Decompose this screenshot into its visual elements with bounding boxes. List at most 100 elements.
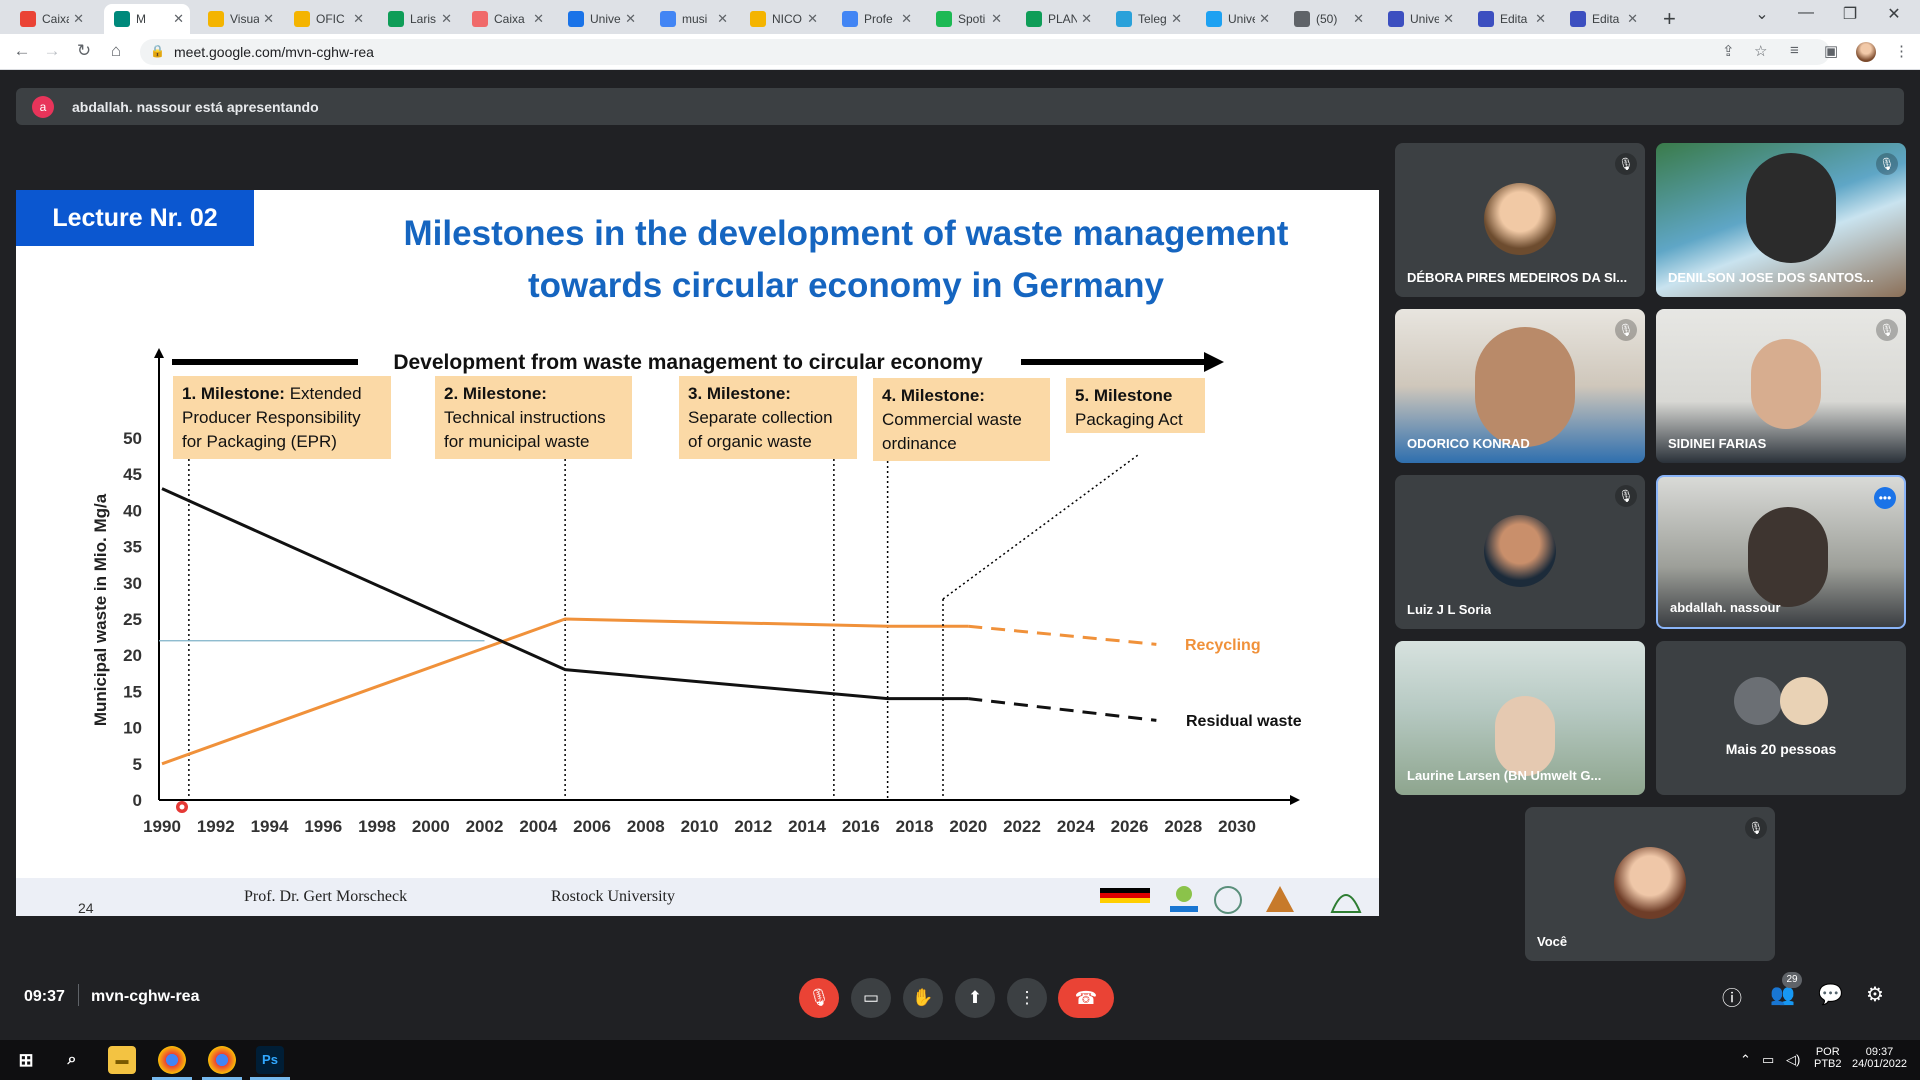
people-count-badge: 29 (1782, 972, 1802, 988)
chat-icon[interactable]: 💬 (1818, 982, 1843, 1007)
reading-list-icon[interactable]: ≡ (1790, 42, 1799, 59)
browser-tab[interactable]: Caixa ✕ (10, 4, 90, 34)
milestone-text-line: of organic waste (688, 432, 812, 451)
browser-tab[interactable]: Teleg ✕ (1106, 4, 1188, 34)
close-tab-icon[interactable]: ✕ (1081, 11, 1092, 27)
participant-tile[interactable]: 🎙 DÉBORA PIRES MEDEIROS DA SI... (1395, 143, 1645, 297)
tab-title: Unive (1410, 12, 1440, 26)
milestone-heading-rest: Extended (284, 384, 362, 403)
close-tab-icon[interactable]: ✕ (1535, 11, 1546, 27)
browser-tab[interactable]: Unive ✕ (1196, 4, 1276, 34)
x-tick-label: 2010 (681, 817, 719, 836)
browser-tab[interactable]: Spoti ✕ (926, 4, 1008, 34)
milestone-heading: 5. Milestone (1075, 386, 1173, 405)
close-tab-icon[interactable]: ✕ (1443, 11, 1454, 27)
tray-chevron-icon[interactable]: ⌃ (1740, 1052, 1751, 1068)
chrome-profile-icon[interactable] (208, 1046, 236, 1074)
browser-tab[interactable]: Edita ✕ (1468, 4, 1552, 34)
menu-kebab-icon[interactable]: ⋮ (1894, 42, 1909, 60)
close-tab-icon[interactable]: ✕ (533, 11, 544, 27)
chrome-icon[interactable] (158, 1046, 186, 1074)
browser-tab[interactable]: musi ✕ (650, 4, 734, 34)
x-tick-label: 1990 (143, 817, 181, 836)
meeting-details-icon[interactable]: ⓘ (1722, 982, 1742, 1011)
close-tab-icon[interactable]: ✕ (441, 11, 452, 27)
back-icon[interactable]: ← (10, 41, 34, 61)
language-indicator[interactable]: POR PTB2 (1814, 1046, 1842, 1070)
close-tab-icon[interactable]: ✕ (625, 11, 636, 27)
browser-tab[interactable]: Unive✕ (1378, 4, 1460, 34)
browser-tab[interactable]: Caixa ✕ (462, 4, 550, 34)
close-tab-icon[interactable]: ✕ (353, 11, 364, 27)
milestone-text-line: Packaging Act (1075, 410, 1183, 429)
close-tab-icon[interactable]: ✕ (173, 11, 184, 27)
search-icon[interactable]: ⌕ (58, 1046, 86, 1074)
close-window-button[interactable]: ✕ (1872, 4, 1916, 24)
tab-title: Unive (1228, 12, 1255, 26)
browser-tab[interactable]: Visua ✕ (198, 4, 280, 34)
browser-tab[interactable]: PLAN ✕ (1016, 4, 1098, 34)
participant-tile[interactable]: Laurine Larsen (BN Umwelt G... (1395, 641, 1645, 795)
volume-icon[interactable]: ◁) (1786, 1052, 1800, 1068)
present-screen-button[interactable]: ⬆ (955, 978, 995, 1018)
profile-avatar[interactable] (1856, 42, 1876, 62)
photoshop-icon[interactable]: Ps (256, 1046, 284, 1074)
share-icon[interactable]: ⇪ (1722, 42, 1735, 60)
minimize-button[interactable]: — (1784, 4, 1828, 22)
windows-start-icon[interactable]: ⊞ (12, 1046, 40, 1074)
close-tab-icon[interactable]: ✕ (73, 11, 84, 27)
close-tab-icon[interactable]: ✕ (807, 11, 818, 27)
new-tab-button[interactable]: + (1663, 6, 1676, 32)
address-bar[interactable]: 🔒 meet.google.com/mvn-cghw-rea (140, 39, 1830, 65)
participant-tile[interactable]: 🎙 DENILSON JOSE DOS SANTOS... (1656, 143, 1906, 297)
close-tab-icon[interactable]: ✕ (901, 11, 912, 27)
self-tile[interactable]: 🎙 Você (1525, 807, 1775, 961)
leave-call-button[interactable]: ☎ (1058, 978, 1114, 1018)
network-icon[interactable]: ▭ (1762, 1052, 1774, 1068)
participant-tile[interactable]: 🎙 ODORICO KONRAD (1395, 309, 1645, 463)
close-tab-icon[interactable]: ✕ (1353, 11, 1364, 27)
close-tab-icon[interactable]: ✕ (717, 11, 728, 27)
milestone-heading: 2. Milestone: (444, 384, 547, 403)
browser-tab[interactable]: Laris ✕ (378, 4, 458, 34)
close-tab-icon[interactable]: ✕ (991, 11, 1002, 27)
restore-button[interactable]: ❐ (1828, 4, 1872, 24)
lock-icon[interactable]: 🔒 (150, 44, 165, 58)
browser-tab[interactable]: (50) ✕ (1284, 4, 1370, 34)
participant-tile[interactable]: 🎙 SIDINEI FARIAS (1656, 309, 1906, 463)
tab-search-icon[interactable]: ⌄ (1740, 4, 1784, 24)
browser-tab[interactable]: M ✕ (104, 4, 190, 34)
clock[interactable]: 09:37 24/01/2022 (1852, 1046, 1907, 1070)
bookmark-star-icon[interactable]: ☆ (1754, 42, 1767, 60)
tab-title: musi (682, 12, 708, 26)
close-tab-icon[interactable]: ✕ (1627, 11, 1638, 27)
browser-tab[interactable]: NICO ✕ (740, 4, 824, 34)
reload-icon[interactable]: ↻ (72, 41, 96, 61)
camera-button[interactable]: ▭ (851, 978, 891, 1018)
close-tab-icon[interactable]: ✕ (263, 11, 274, 27)
more-people-tile[interactable]: Mais 20 pessoas (1656, 641, 1906, 795)
mic-off-button[interactable]: 🎙 (799, 978, 839, 1018)
more-options-icon[interactable]: ••• (1874, 487, 1896, 509)
file-explorer-icon[interactable]: ▬ (108, 1046, 136, 1074)
browser-tab[interactable]: Edita ✕ (1560, 4, 1644, 34)
participant-tile[interactable]: 🎙 Luiz J L Soria (1395, 475, 1645, 629)
browser-tab[interactable]: OFIC ✕ (284, 4, 370, 34)
participant-tile-active[interactable]: ••• abdallah. nassour (1656, 475, 1906, 629)
raise-hand-button[interactable]: ✋ (903, 978, 943, 1018)
side-panel-icon[interactable]: ▣ (1824, 42, 1838, 60)
close-tab-icon[interactable]: ✕ (1259, 11, 1270, 27)
browser-tab[interactable]: Profe ✕ (832, 4, 918, 34)
close-tab-icon[interactable]: ✕ (1171, 11, 1182, 27)
home-icon[interactable]: ⌂ (104, 41, 128, 61)
mic-off-icon: 🎙 (1615, 153, 1637, 175)
browser-tab[interactable]: Unive✕ (558, 4, 642, 34)
forward-icon[interactable]: → (40, 41, 64, 61)
tab-title: Caixa (42, 12, 69, 26)
more-options-button[interactable]: ⋮ (1007, 978, 1047, 1018)
url-text[interactable]: meet.google.com/mvn-cghw-rea (174, 44, 374, 60)
participant-name: ODORICO KONRAD (1407, 436, 1530, 451)
waste-chart: Development from waste management to cir… (91, 348, 1302, 836)
activities-icon[interactable]: ⚙ (1866, 982, 1884, 1007)
separator (78, 984, 79, 1006)
